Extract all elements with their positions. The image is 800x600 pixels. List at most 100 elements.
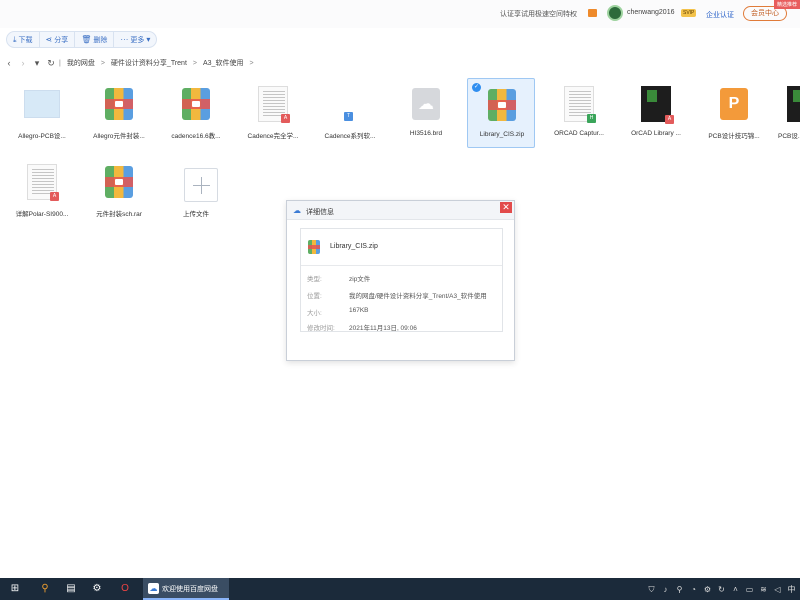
windows-start-icon[interactable]: ⊞	[8, 582, 22, 596]
enterprise-auth-link[interactable]: 企业认证	[706, 10, 734, 20]
file-name: 详解Polar-SI900...	[15, 211, 69, 218]
system-tray: ⛉ ♪ ⚲ ◔ ⚙ ↻ ˄ ▭ ≋ ◁ 中	[647, 582, 796, 596]
detail-row-size: 大小: 167KB	[307, 307, 369, 317]
search-icon[interactable]: ⚲	[675, 585, 684, 594]
speaker-icon[interactable]: ◁	[773, 585, 782, 594]
detail-row-type: 类型: zip文件	[307, 273, 370, 283]
delete-button[interactable]: 🗑 删除	[75, 32, 115, 47]
upload-file-button[interactable]: 上传文件	[162, 156, 230, 226]
ime-icon[interactable]: 中	[787, 585, 796, 594]
file-name: cadence16.6教...	[171, 133, 221, 140]
file-item[interactable]: 元件封装sch.rar	[85, 156, 153, 226]
doc-thumbnail: H	[561, 86, 597, 123]
file-item-selected[interactable]: ✓ Library_CIS.zip	[467, 78, 535, 148]
download-button[interactable]: ⤓ 下载	[7, 32, 40, 47]
detail-value: 2021年11月13日, 09:06	[349, 325, 417, 332]
file-item[interactable]: P PCB设计技巧锦...	[700, 78, 768, 148]
forward-icon[interactable]: ›	[18, 58, 28, 68]
detail-key: 位置:	[307, 293, 322, 300]
document-app-icon[interactable]: ▤	[64, 582, 78, 596]
download-label: 下载	[18, 36, 33, 44]
dialog-file-name: Library_CIS.zip	[330, 243, 378, 250]
history-dropdown-icon[interactable]: ▾	[32, 58, 42, 69]
file-item[interactable]: Allegro-PCB设...	[8, 78, 76, 148]
file-item[interactable]: H ORCAD Captur...	[545, 78, 613, 148]
username[interactable]: chenwang2016	[627, 9, 675, 16]
archive-icon	[484, 87, 520, 123]
breadcrumb-separator-icon: |	[59, 59, 61, 67]
chevron-right-icon: >	[249, 59, 254, 67]
sync-icon[interactable]: ↻	[717, 585, 726, 594]
svip-badge: SVIP	[681, 9, 697, 17]
caret-down-icon: ▾	[146, 35, 151, 44]
file-item[interactable]: HI3516.brd	[392, 78, 460, 148]
check-icon: ✓	[472, 83, 481, 92]
shield-icon[interactable]: ⛉	[647, 585, 656, 594]
breadcrumb-item-root[interactable]: 我的网盘	[67, 58, 95, 68]
archive-icon	[101, 164, 137, 200]
breadcrumb-item-folder[interactable]: 硬件设计资料分享_Trent	[111, 58, 187, 68]
file-name: Allegro元件封装...	[93, 133, 145, 140]
more-button[interactable]: ··· 更多 ▾	[114, 32, 156, 47]
file-item[interactable]: A OrCAD Library ...	[622, 78, 690, 148]
avatar[interactable]	[607, 5, 623, 21]
breadcrumb-item-current[interactable]: A3_软件使用	[203, 58, 243, 68]
wifi-icon[interactable]: ≋	[759, 585, 768, 594]
file-item[interactable]: PCB设...	[772, 78, 800, 148]
share-button[interactable]: ⋖ 分享	[40, 32, 76, 47]
share-label: 分享	[54, 36, 69, 44]
pdf-thumbnail: A	[255, 86, 291, 123]
file-name: Cadence完全学...	[247, 133, 299, 140]
detail-key: 修改时间:	[307, 325, 335, 332]
detail-key: 类型:	[307, 276, 322, 283]
image-thumbnail	[784, 86, 800, 122]
detail-value[interactable]: 我的网盘/硬件设计资料分享_Trent/A3_软件使用	[349, 290, 487, 300]
file-name: Allegro-PCB设...	[18, 133, 66, 140]
taskbar: ⊞ ⚲ ▤ ⚙ O ☁ 欢迎使用百度网盘 ⛉ ♪ ⚲ ◔ ⚙ ↻ ˄ ▭ ≋ ◁…	[0, 578, 800, 600]
back-icon[interactable]: ‹	[4, 58, 14, 68]
file-item[interactable]: T Cadence系列软...	[316, 78, 384, 148]
breadcrumb: ‹ › ▾ ↻ | 我的网盘 > 硬件设计资料分享_Trent > A3_软件使…	[0, 54, 800, 72]
taskbar-app-baidu-netdisk[interactable]: ☁ 欢迎使用百度网盘	[143, 578, 229, 600]
more-label: 更多	[130, 36, 145, 44]
refresh-icon[interactable]: ↻	[46, 58, 56, 69]
network-icon[interactable]: ◔	[689, 585, 698, 594]
doc-icon: T	[332, 86, 368, 122]
gift-icon[interactable]	[588, 9, 597, 17]
plus-icon	[178, 164, 218, 202]
file-item[interactable]: cadence16.6教...	[162, 78, 230, 148]
image-thumbnail: A	[638, 86, 674, 124]
divider	[301, 265, 502, 266]
chevron-up-icon[interactable]: ˄	[731, 585, 740, 594]
detail-value: 167KB	[349, 307, 369, 314]
file-name: 元件封装sch.rar	[96, 211, 142, 218]
detail-row-location: 位置: 我的网盘/硬件设计资料分享_Trent/A3_软件使用	[307, 290, 487, 300]
archive-icon	[178, 86, 214, 122]
file-name: ORCAD Captur...	[554, 130, 604, 137]
dialog-body: Library_CIS.zip 类型: zip文件 位置: 我的网盘/硬件设计资…	[300, 228, 503, 332]
corner-tag: 精选推荐	[773, 0, 800, 9]
download-icon: ⤓	[13, 34, 17, 44]
settings-icon[interactable]: ⚙	[703, 585, 712, 594]
dialog-header: ☁ 详细信息 ✕	[287, 201, 514, 220]
upload-label: 上传文件	[183, 211, 209, 218]
volume-icon[interactable]: ♪	[661, 585, 670, 594]
settings-icon[interactable]: ⚙	[90, 582, 104, 596]
archive-icon	[101, 86, 137, 122]
chevron-right-icon: >	[100, 59, 105, 67]
detail-row-modified: 修改时间: 2021年11月13日, 09:06	[307, 322, 417, 332]
file-item[interactable]: A 详解Polar-SI900...	[8, 156, 76, 226]
dialog-title: 详细信息	[306, 209, 334, 216]
promo-link[interactable]: 认证享试用极速空间特权	[500, 9, 577, 19]
close-button[interactable]: ✕	[500, 202, 512, 213]
top-bar: 认证享试用极速空间特权 chenwang2016 SVIP 企业认证 会员中心 …	[0, 0, 800, 28]
file-item[interactable]: A Cadence完全学...	[239, 78, 307, 148]
file-item[interactable]: Allegro元件封装...	[85, 78, 153, 148]
app-window: 认证享试用极速空间特权 chenwang2016 SVIP 企业认证 会员中心 …	[0, 0, 800, 578]
more-dots-icon: ···	[120, 35, 129, 44]
trash-icon: 🗑	[81, 35, 92, 44]
detail-key: 大小:	[307, 310, 322, 317]
search-icon[interactable]: ⚲	[38, 582, 52, 596]
battery-icon[interactable]: ▭	[745, 585, 754, 594]
opera-browser-icon[interactable]: O	[118, 582, 132, 596]
